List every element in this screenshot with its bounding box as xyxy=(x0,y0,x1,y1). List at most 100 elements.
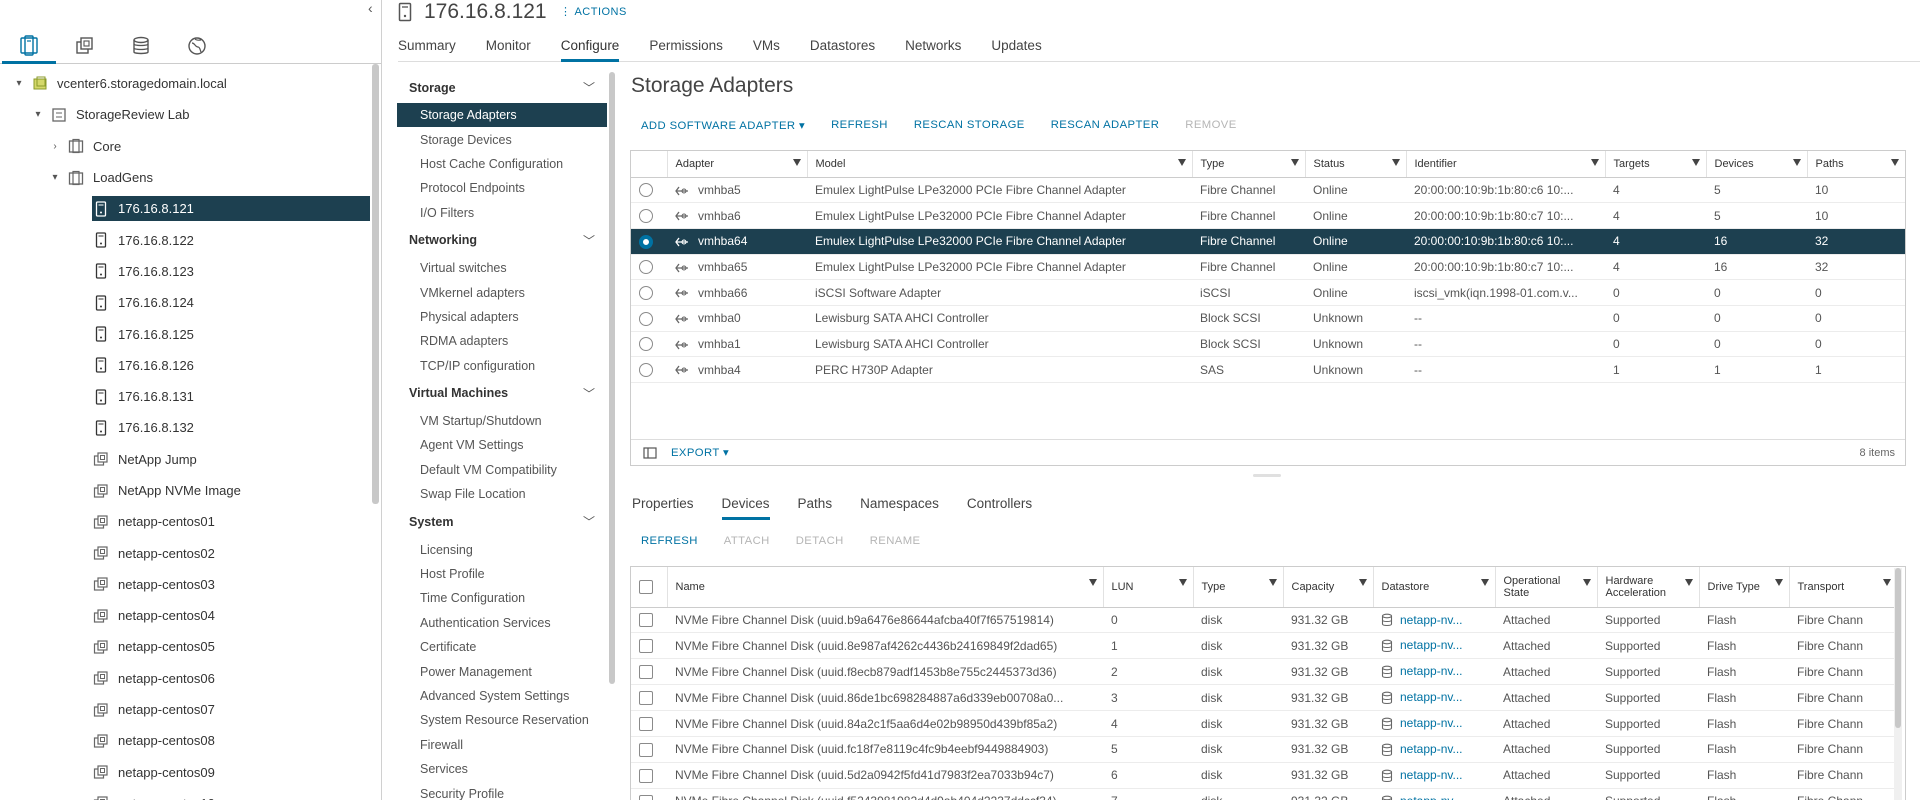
menu-item-default-vm-compatibility[interactable]: Default VM Compatibility xyxy=(397,458,607,482)
tree-node-netapp-centos09[interactable]: netapp-centos09 xyxy=(0,757,370,788)
tree-node-netapp-centos03[interactable]: netapp-centos03 xyxy=(0,569,370,600)
datastore-link[interactable]: netapp-nv... xyxy=(1381,716,1462,730)
attach-button[interactable]: ATTACH xyxy=(724,535,770,547)
filter-icon[interactable] xyxy=(1684,579,1693,586)
menu-item-security-profile[interactable]: Security Profile xyxy=(397,781,607,800)
column-header-type[interactable]: Type xyxy=(1192,567,1283,608)
adapter-row[interactable]: vmhba6 Emulex LightPulse LPe32000 PCIe Fi… xyxy=(631,202,1905,229)
tree-node-176-16-8-125[interactable]: 176.16.8.125 xyxy=(0,318,370,349)
tab-monitor[interactable]: Monitor xyxy=(486,38,531,62)
datastore-link[interactable]: netapp-nv... xyxy=(1381,690,1462,704)
column-header-devices[interactable]: Devices xyxy=(1705,151,1807,178)
select-all-checkbox[interactable] xyxy=(639,579,653,594)
column-header-identifier[interactable]: Identifier xyxy=(1405,151,1605,178)
filter-icon[interactable] xyxy=(1582,579,1591,586)
tree-node-storagereview-lab[interactable]: ▾ StorageReview Lab xyxy=(0,99,370,130)
menu-item-system-resource-reservation[interactable]: System Resource Reservation xyxy=(397,708,607,732)
menu-item-certificate[interactable]: Certificate xyxy=(397,635,607,659)
menu-item-advanced-system-settings[interactable]: Advanced System Settings xyxy=(397,684,607,708)
column-header-model[interactable]: Model xyxy=(806,151,1192,178)
filter-icon[interactable] xyxy=(1891,159,1899,166)
storage-tab[interactable] xyxy=(114,28,168,64)
expand-toggle-icon[interactable]: ▾ xyxy=(31,109,45,120)
split-pane-handle[interactable] xyxy=(1253,474,1281,477)
column-header-adapter[interactable]: Adapter xyxy=(666,151,807,178)
filter-icon[interactable] xyxy=(1177,159,1186,166)
detail-tab-controllers[interactable]: Controllers xyxy=(967,496,1032,520)
filter-icon[interactable] xyxy=(1590,159,1599,166)
tab-vms[interactable]: VMs xyxy=(753,38,780,62)
tree-node-176-16-8-126[interactable]: 176.16.8.126 xyxy=(0,350,370,381)
tab-networks[interactable]: Networks xyxy=(905,38,961,62)
rescan-adapter-button[interactable]: RESCAN ADAPTER xyxy=(1051,119,1160,132)
refresh-button[interactable]: REFRESH xyxy=(641,535,698,547)
adapter-row[interactable]: vmhba5 Emulex LightPulse LPe32000 PCIe Fi… xyxy=(631,177,1905,204)
tree-node-netapp-centos10[interactable]: netapp-centos10 xyxy=(0,788,370,800)
menu-item-tcp-ip-configuration[interactable]: TCP/IP configuration xyxy=(397,354,607,378)
tree-node-176-16-8-122[interactable]: 176.16.8.122 xyxy=(0,224,370,255)
column-header-transport[interactable]: Transport xyxy=(1788,567,1897,608)
menu-item-virtual-switches[interactable]: Virtual switches xyxy=(397,256,607,280)
row-radio[interactable] xyxy=(639,183,653,198)
detail-tab-properties[interactable]: Properties xyxy=(632,496,694,520)
column-header-targets[interactable]: Targets xyxy=(1604,151,1706,178)
tree-node-netapp-centos04[interactable]: netapp-centos04 xyxy=(0,600,370,631)
filter-icon[interactable] xyxy=(1480,579,1489,586)
tree-node-netapp-nvme-image[interactable]: NetApp NVMe Image xyxy=(0,475,370,506)
tab-updates[interactable]: Updates xyxy=(991,38,1041,62)
menu-item-agent-vm-settings[interactable]: Agent VM Settings xyxy=(397,433,607,457)
device-row[interactable]: NVMe Fibre Channel Disk (uuid.8e987af426… xyxy=(631,632,1897,660)
expand-toggle-icon[interactable]: ▾ xyxy=(12,78,26,89)
menu-item-protocol-endpoints[interactable]: Protocol Endpoints xyxy=(397,176,607,200)
filter-icon[interactable] xyxy=(1088,579,1097,586)
column-header-paths[interactable]: Paths xyxy=(1806,151,1905,178)
menu-item-licensing[interactable]: Licensing xyxy=(397,537,607,561)
row-checkbox[interactable] xyxy=(639,768,653,783)
filter-icon[interactable] xyxy=(1774,579,1783,586)
menu-item-storage-devices[interactable]: Storage Devices xyxy=(397,127,607,151)
column-header-name[interactable]: Name xyxy=(666,567,1103,608)
tree-node-176-16-8-124[interactable]: 176.16.8.124 xyxy=(0,287,370,318)
hosts-clusters-tab[interactable] xyxy=(2,28,56,64)
rename-button[interactable]: RENAME xyxy=(870,535,921,547)
menu-item-vmkernel-adapters[interactable]: VMkernel adapters xyxy=(397,280,607,304)
tree-node-netapp-centos08[interactable]: netapp-centos08 xyxy=(0,725,370,756)
devices-scrollbar[interactable] xyxy=(1894,568,1902,800)
device-row[interactable]: NVMe Fibre Channel Disk (uuid.86de1bc698… xyxy=(631,684,1897,712)
menu-item-i-o-filters[interactable]: I/O Filters xyxy=(397,201,607,225)
menu-item-vm-startup-shutdown[interactable]: VM Startup/Shutdown xyxy=(397,409,607,433)
tree-node-176-16-8-123[interactable]: 176.16.8.123 xyxy=(0,256,370,287)
tree-node-netapp-centos02[interactable]: netapp-centos02 xyxy=(0,537,370,568)
column-header-capacity[interactable]: Capacity xyxy=(1282,567,1373,608)
filter-icon[interactable] xyxy=(1290,159,1299,166)
device-row[interactable]: NVMe Fibre Channel Disk (uuid.fc18f7e811… xyxy=(631,736,1897,763)
device-row[interactable]: NVMe Fibre Channel Disk (uuid.f524398198… xyxy=(631,788,1897,800)
row-checkbox[interactable] xyxy=(639,665,653,680)
menu-item-authentication-services[interactable]: Authentication Services xyxy=(397,611,607,635)
device-row[interactable]: NVMe Fibre Channel Disk (uuid.5d2a0942f5… xyxy=(631,762,1897,789)
remove-button[interactable]: REMOVE xyxy=(1185,119,1236,132)
menu-section-storage[interactable]: Storage ﹀ xyxy=(397,72,607,103)
row-checkbox[interactable] xyxy=(639,794,653,800)
tab-summary[interactable]: Summary xyxy=(398,38,456,62)
tree-node-loadgens[interactable]: ▾ LoadGens xyxy=(0,162,370,193)
row-checkbox[interactable] xyxy=(639,742,653,757)
menu-item-swap-file-location[interactable]: Swap File Location xyxy=(397,482,607,506)
menu-item-rdma-adapters[interactable]: RDMA adapters xyxy=(397,329,607,353)
row-checkbox[interactable] xyxy=(639,639,653,654)
tree-node-176-16-8-131[interactable]: 176.16.8.131 xyxy=(0,381,370,412)
device-row[interactable]: NVMe Fibre Channel Disk (uuid.b9a6476e86… xyxy=(631,607,1897,634)
menu-item-time-configuration[interactable]: Time Configuration xyxy=(397,586,607,610)
filter-icon[interactable] xyxy=(792,159,801,166)
row-radio[interactable] xyxy=(639,363,653,378)
tree-node-176-16-8-132[interactable]: 176.16.8.132 xyxy=(0,412,370,443)
adapter-row[interactable]: vmhba65 Emulex LightPulse LPe32000 PCIe F… xyxy=(631,254,1905,281)
expand-toggle-icon[interactable]: › xyxy=(48,141,62,152)
add-software-adapter-button[interactable]: ADD SOFTWARE ADAPTER ▾ xyxy=(641,119,805,132)
vms-templates-tab[interactable] xyxy=(58,28,112,64)
detach-button[interactable]: DETACH xyxy=(796,535,844,547)
menu-item-host-cache-configuration[interactable]: Host Cache Configuration xyxy=(397,152,607,176)
column-header-status[interactable]: Status xyxy=(1304,151,1406,178)
adapter-row[interactable]: vmhba64 Emulex LightPulse LPe32000 PCIe F… xyxy=(631,228,1905,255)
column-header-type[interactable]: Type xyxy=(1191,151,1305,178)
